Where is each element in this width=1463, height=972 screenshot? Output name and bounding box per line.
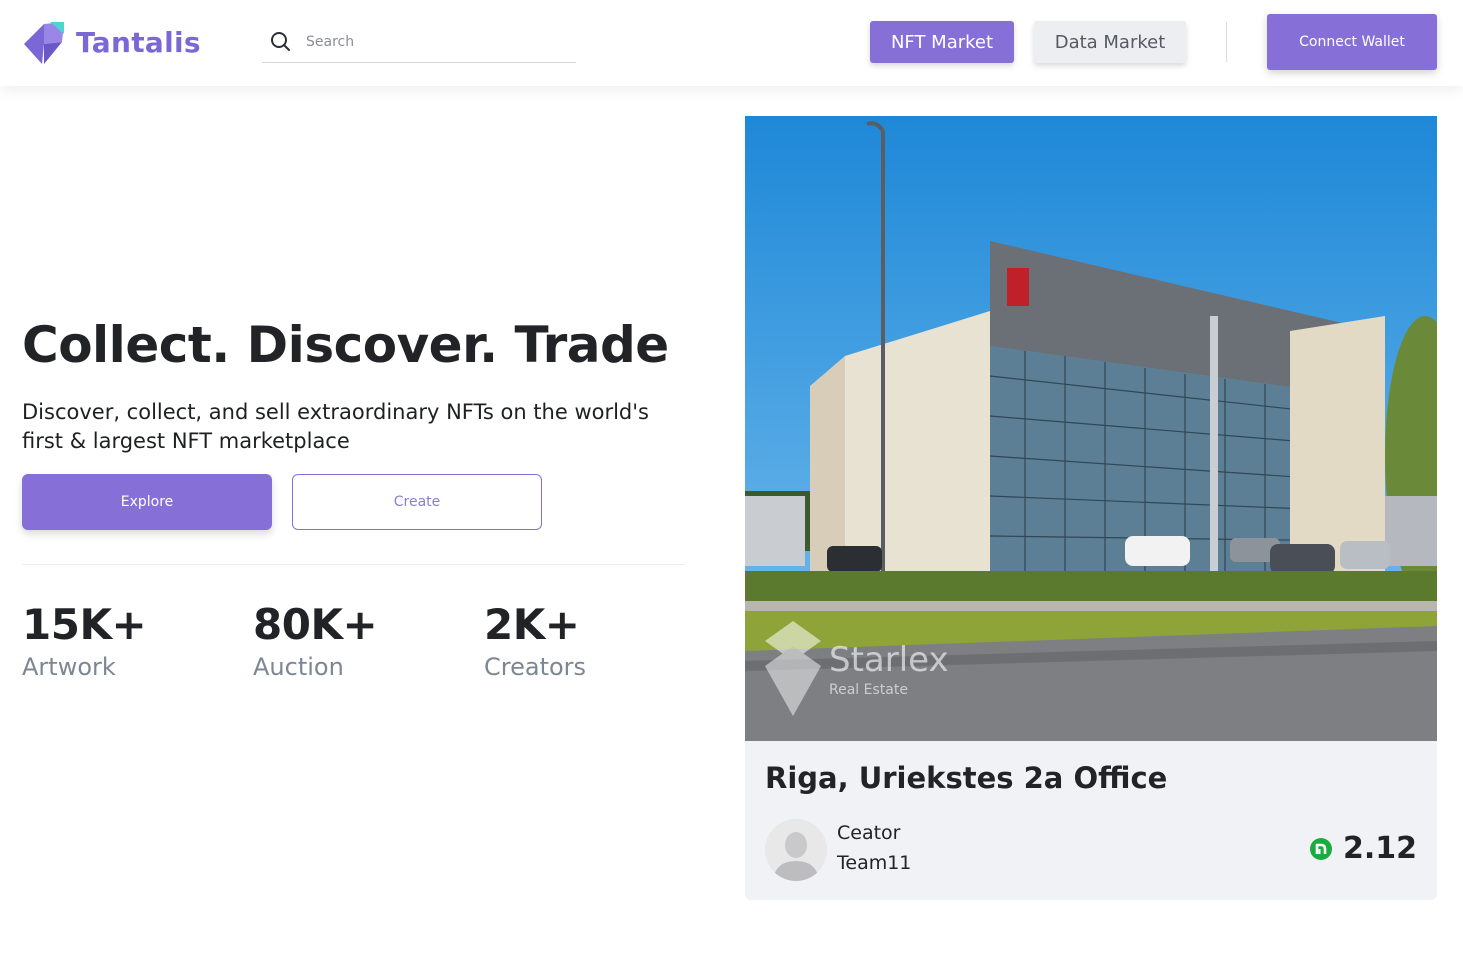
stat-auction: 80K+ Auction — [253, 600, 378, 681]
nft-title[interactable]: Riga, Uriekstes 2a Office — [765, 761, 1167, 795]
stat-value: 2K+ — [484, 600, 580, 649]
featured-nft-card[interactable]: Starlex Real Estate Riga, Uriekstes 2a O… — [745, 116, 1437, 900]
explore-button[interactable]: Explore — [22, 474, 272, 530]
brand-name: Tantalis — [76, 25, 201, 59]
top-header: Tantalis NFT Market Data Market Connect … — [0, 0, 1463, 86]
stat-label: Artwork — [22, 653, 116, 681]
hero-title: Collect. Discover. Trade — [22, 316, 669, 374]
stat-creators: 2K+ Creators — [484, 600, 586, 681]
stat-value: 15K+ — [22, 600, 147, 649]
stat-artwork: 15K+ Artwork — [22, 600, 147, 681]
connect-wallet-button[interactable]: Connect Wallet — [1267, 14, 1437, 70]
nft-market-button[interactable]: NFT Market — [870, 21, 1014, 63]
stat-label: Auction — [253, 653, 344, 681]
create-button[interactable]: Create — [292, 474, 542, 530]
brand-logo[interactable]: Tantalis — [22, 20, 201, 64]
stat-label: Creators — [484, 653, 587, 681]
search-input[interactable] — [306, 34, 556, 50]
search-icon — [271, 32, 290, 51]
user-avatar-icon — [765, 819, 827, 881]
nft-price: 2.12 — [1309, 831, 1417, 866]
tantalis-logo-icon — [24, 22, 64, 64]
price-value: 2.12 — [1342, 831, 1417, 866]
currency-coin-icon — [1309, 837, 1332, 860]
search-bar[interactable] — [262, 22, 576, 63]
watermark-subtext: Real Estate — [829, 682, 908, 698]
property-photo[interactable]: Starlex Real Estate — [745, 116, 1437, 741]
creator-label: Ceator — [837, 822, 901, 844]
creator-avatar[interactable] — [765, 819, 827, 881]
creator-name[interactable]: Team11 — [837, 852, 911, 874]
data-market-button[interactable]: Data Market — [1034, 21, 1186, 63]
stat-value: 80K+ — [253, 600, 378, 649]
hero-subtitle: Discover, collect, and sell extraordinar… — [22, 400, 649, 453]
watermark-text: Starlex — [829, 640, 949, 680]
header-divider — [1226, 22, 1227, 62]
hero-divider — [22, 564, 685, 565]
